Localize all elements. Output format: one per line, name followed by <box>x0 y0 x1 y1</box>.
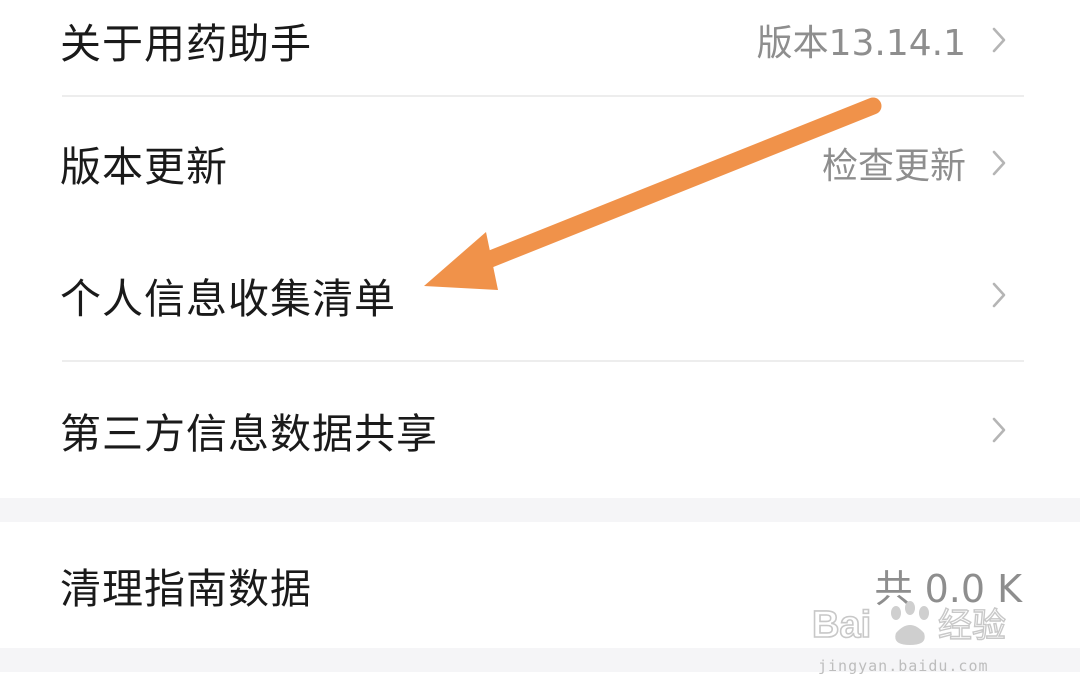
personal-info-list-label: 个人信息收集清单 <box>60 275 396 323</box>
section-separator <box>0 648 1080 672</box>
settings-screen: 关于用药助手 版本13.14.1 版本更新 检查更新 个人信息收集清单 第三方信… <box>0 0 1080 695</box>
chevron-right-icon <box>988 145 1010 181</box>
version-update-label: 版本更新 <box>60 143 228 191</box>
third-party-sharing-row[interactable]: 第三方信息数据共享 <box>0 362 1080 498</box>
about-label: 关于用药助手 <box>60 20 312 68</box>
third-party-sharing-label: 第三方信息数据共享 <box>60 410 438 458</box>
version-update-row[interactable]: 版本更新 检查更新 <box>0 97 1080 229</box>
cache-size-value: 共 0.0 K <box>874 566 1022 611</box>
clear-guide-data-row[interactable]: 清理指南数据 共 0.0 K <box>0 522 1080 648</box>
chevron-right-icon <box>988 22 1010 58</box>
section-separator <box>0 498 1080 522</box>
clear-guide-data-label: 清理指南数据 <box>60 565 312 613</box>
check-update-value: 检查更新 <box>821 146 966 187</box>
personal-info-list-row[interactable]: 个人信息收集清单 <box>0 229 1080 361</box>
about-row[interactable]: 关于用药助手 版本13.14.1 <box>0 0 1080 90</box>
version-value: 版本13.14.1 <box>756 23 966 64</box>
chevron-right-icon <box>988 277 1010 313</box>
next-row <box>0 672 1080 695</box>
chevron-right-icon <box>988 412 1010 448</box>
